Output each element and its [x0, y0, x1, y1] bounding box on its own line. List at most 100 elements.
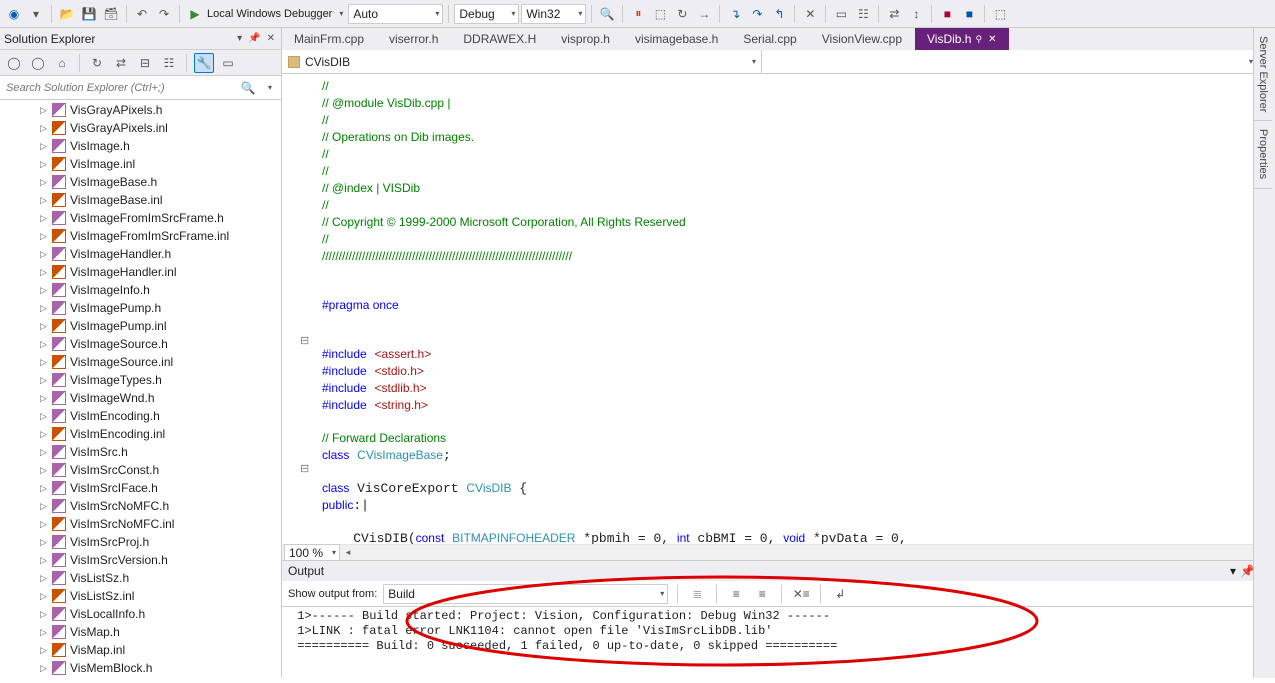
save-icon[interactable]: 💾	[79, 4, 99, 24]
solution-config-dropdown[interactable]: Auto	[348, 4, 443, 24]
config-dropdown[interactable]: Debug	[454, 4, 519, 24]
find-icon[interactable]: 🔍	[597, 4, 617, 24]
tool-icon-5[interactable]: ↕	[906, 4, 926, 24]
solution-tree[interactable]: ▷VisGrayAPixels.h▷VisGrayAPixels.inl▷Vis…	[0, 100, 281, 678]
debugger-label[interactable]: Local Windows Debugger	[207, 8, 332, 20]
se-show-all-icon[interactable]: ☷	[159, 53, 179, 73]
platform-dropdown[interactable]: Win32	[521, 4, 586, 24]
expand-icon[interactable]: ▷	[40, 213, 48, 224]
tree-item[interactable]: ▷VisImageBase.inl	[0, 191, 281, 209]
scroll-left-icon[interactable]: ◂	[340, 547, 356, 558]
expand-icon[interactable]: ▷	[40, 393, 48, 404]
tree-item[interactable]: ▷VisMap.h	[0, 623, 281, 641]
tool-icon-8[interactable]: ⬚	[990, 4, 1010, 24]
se-preview-icon[interactable]: ▭	[218, 53, 238, 73]
document-tab[interactable]: viserror.h	[377, 28, 451, 50]
nav-dropdown-icon[interactable]: ▾	[26, 4, 46, 24]
document-tab[interactable]: visprop.h	[549, 28, 623, 50]
tree-item[interactable]: ▷VisLocalInfo.h	[0, 605, 281, 623]
expand-icon[interactable]: ▷	[40, 447, 48, 458]
tree-item[interactable]: ▷VisImSrcProj.h	[0, 533, 281, 551]
expand-icon[interactable]: ▷	[40, 537, 48, 548]
expand-icon[interactable]: ▷	[40, 357, 48, 368]
tree-item[interactable]: ▷VisImEncoding.inl	[0, 425, 281, 443]
se-refresh-icon[interactable]: ↻	[87, 53, 107, 73]
expand-icon[interactable]: ▷	[40, 231, 48, 242]
se-collapse-icon[interactable]: ⊟	[135, 53, 155, 73]
step-over-icon[interactable]: ↷	[747, 4, 767, 24]
output-goto-icon[interactable]: ≣	[687, 584, 707, 604]
se-back-icon[interactable]: ◯	[4, 53, 24, 73]
document-tab[interactable]: Serial.cpp	[731, 28, 809, 50]
debugger-dropdown-icon[interactable]: ▾	[336, 4, 346, 24]
output-next-icon[interactable]: ≡	[752, 584, 772, 604]
tool-icon-3[interactable]: ☷	[853, 4, 873, 24]
tree-item[interactable]: ▷VisImSrcConst.h	[0, 461, 281, 479]
expand-icon[interactable]: ▷	[40, 123, 48, 134]
search-dropdown-icon[interactable]: ▾	[259, 83, 281, 92]
document-tab[interactable]: visimagebase.h	[623, 28, 731, 50]
expand-icon[interactable]: ▷	[40, 159, 48, 170]
expand-icon[interactable]: ▷	[40, 303, 48, 314]
expand-icon[interactable]: ▷	[40, 339, 48, 350]
tree-item[interactable]: ▷VisImEncoding.h	[0, 407, 281, 425]
fold-icon[interactable]: ⊟	[300, 462, 309, 475]
tree-item[interactable]: ▷VisImageTypes.h	[0, 371, 281, 389]
tree-item[interactable]: ▷VisMemBlock.h	[0, 659, 281, 677]
stop-icon[interactable]: ⬚	[650, 4, 670, 24]
class-nav-dropdown[interactable]: CVisDIB	[282, 50, 762, 73]
expand-icon[interactable]: ▷	[40, 483, 48, 494]
panel-pin-icon[interactable]: 📌	[246, 32, 262, 45]
break-all-icon[interactable]: ⏸	[628, 4, 648, 24]
output-source-dropdown[interactable]: Build	[383, 584, 668, 604]
output-body[interactable]: 1>------ Build started: Project: Vision,…	[282, 607, 1275, 678]
tree-item[interactable]: ▷VisListSz.inl	[0, 587, 281, 605]
expand-icon[interactable]: ▷	[40, 177, 48, 188]
tool-icon-7[interactable]: ■	[959, 4, 979, 24]
tree-item[interactable]: ▷VisImagePump.inl	[0, 317, 281, 335]
tree-item[interactable]: ▷VisImageFromImSrcFrame.inl	[0, 227, 281, 245]
tree-item[interactable]: ▷VisMap.inl	[0, 641, 281, 659]
tree-item[interactable]: ▷VisGrayAPixels.h	[0, 101, 281, 119]
output-prev-icon[interactable]: ≡	[726, 584, 746, 604]
output-dropdown-icon[interactable]: ▾	[1230, 564, 1236, 578]
code-editor[interactable]: // // @module VisDib.cpp | // // Operati…	[282, 74, 1275, 544]
tree-item[interactable]: ▷VisImSrcNoMFC.inl	[0, 515, 281, 533]
panel-dropdown-icon[interactable]: ▾	[235, 32, 244, 45]
expand-icon[interactable]: ▷	[40, 321, 48, 332]
se-properties-icon[interactable]: 🔧	[194, 53, 214, 73]
expand-icon[interactable]: ▷	[40, 591, 48, 602]
expand-icon[interactable]: ▷	[40, 555, 48, 566]
zoom-dropdown[interactable]: 100 %	[284, 544, 340, 562]
tree-item[interactable]: ▷VisImageFromImSrcFrame.h	[0, 209, 281, 227]
expand-icon[interactable]: ▷	[40, 375, 48, 386]
search-input[interactable]	[0, 82, 237, 94]
tree-item[interactable]: ▷VisImageHandler.inl	[0, 263, 281, 281]
undo-icon[interactable]: ↶	[132, 4, 152, 24]
tree-item[interactable]: ▷VisImagePump.h	[0, 299, 281, 317]
expand-icon[interactable]: ▷	[40, 663, 48, 674]
tree-item[interactable]: ▷VisImageInfo.h	[0, 281, 281, 299]
document-tab[interactable]: DDRAWEX.H	[451, 28, 549, 50]
expand-icon[interactable]: ▷	[40, 267, 48, 278]
restart-icon[interactable]: ↻	[672, 4, 692, 24]
tree-item[interactable]: ▷VisImageSource.h	[0, 335, 281, 353]
autohide-tab[interactable]: Properties	[1254, 121, 1272, 188]
tool-icon-1[interactable]: ✕	[800, 4, 820, 24]
expand-icon[interactable]: ▷	[40, 105, 48, 116]
output-clear-icon[interactable]: ✕≡	[791, 584, 811, 604]
tree-item[interactable]: ▷VisImageHandler.h	[0, 245, 281, 263]
step-icon[interactable]: →	[694, 4, 714, 24]
document-tab[interactable]: MainFrm.cpp	[282, 28, 377, 50]
se-home-icon[interactable]: ⌂	[52, 53, 72, 73]
expand-icon[interactable]: ▷	[40, 573, 48, 584]
panel-close-icon[interactable]: ✕	[265, 32, 277, 45]
expand-icon[interactable]: ▷	[40, 519, 48, 530]
expand-icon[interactable]: ▷	[40, 627, 48, 638]
tree-item[interactable]: ▷VisListSz.h	[0, 569, 281, 587]
tree-item[interactable]: ▷VisImageWnd.h	[0, 389, 281, 407]
member-nav-dropdown[interactable]	[762, 50, 1259, 73]
expand-icon[interactable]: ▷	[40, 465, 48, 476]
save-all-icon[interactable]: 🗃	[101, 4, 121, 24]
tree-item[interactable]: ▷VisImSrcVersion.h	[0, 551, 281, 569]
